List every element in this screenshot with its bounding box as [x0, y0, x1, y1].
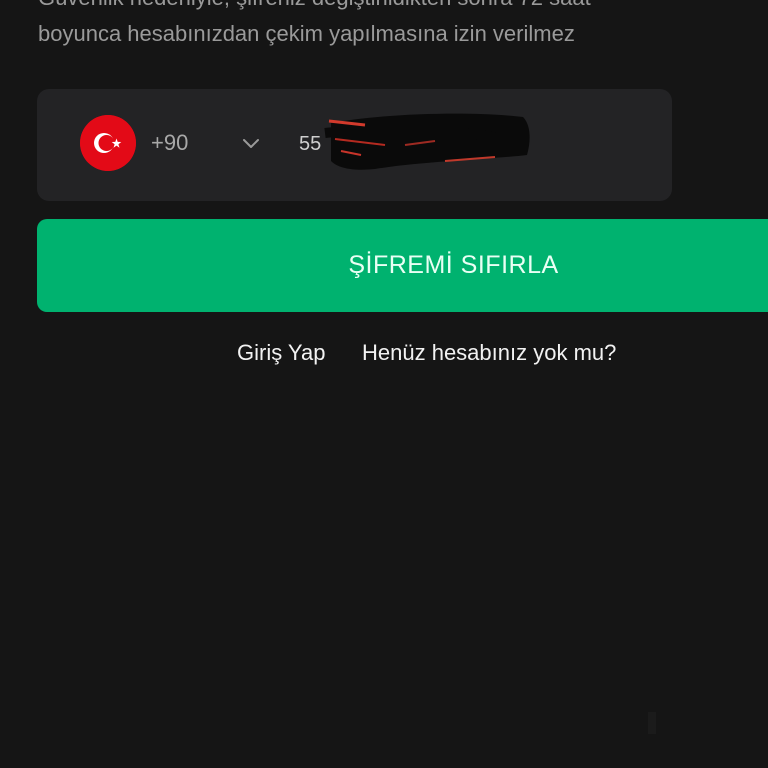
signup-link[interactable]: Henüz hesabınız yok mu?: [362, 340, 616, 366]
security-notice: Güvenlik nedeniyle, şifreniz değiştirild…: [38, 0, 718, 52]
redaction-scribble: [324, 113, 530, 170]
notice-line-1: Güvenlik nedeniyle, şifreniz değiştirild…: [38, 0, 718, 16]
chevron-down-icon[interactable]: [240, 133, 262, 153]
scroll-indicator: [648, 712, 656, 734]
phone-field: +90 55: [37, 89, 672, 201]
reset-password-page: Güvenlik nedeniyle, şifreniz değiştirild…: [0, 0, 768, 768]
login-link[interactable]: Giriş Yap: [237, 340, 325, 366]
reset-password-label: ŞİFREMİ SIFIRLA: [348, 251, 559, 279]
notice-line-2: boyunca hesabınızdan çekim yapılmasına i…: [38, 21, 575, 46]
turkey-flag-icon[interactable]: [80, 115, 136, 171]
reset-password-button[interactable]: ŞİFREMİ SIFIRLA: [37, 219, 768, 312]
phone-number-input[interactable]: 55: [295, 111, 535, 177]
auth-links: Giriş Yap Henüz hesabınız yok mu?: [0, 340, 768, 370]
country-code[interactable]: +90: [151, 129, 188, 157]
